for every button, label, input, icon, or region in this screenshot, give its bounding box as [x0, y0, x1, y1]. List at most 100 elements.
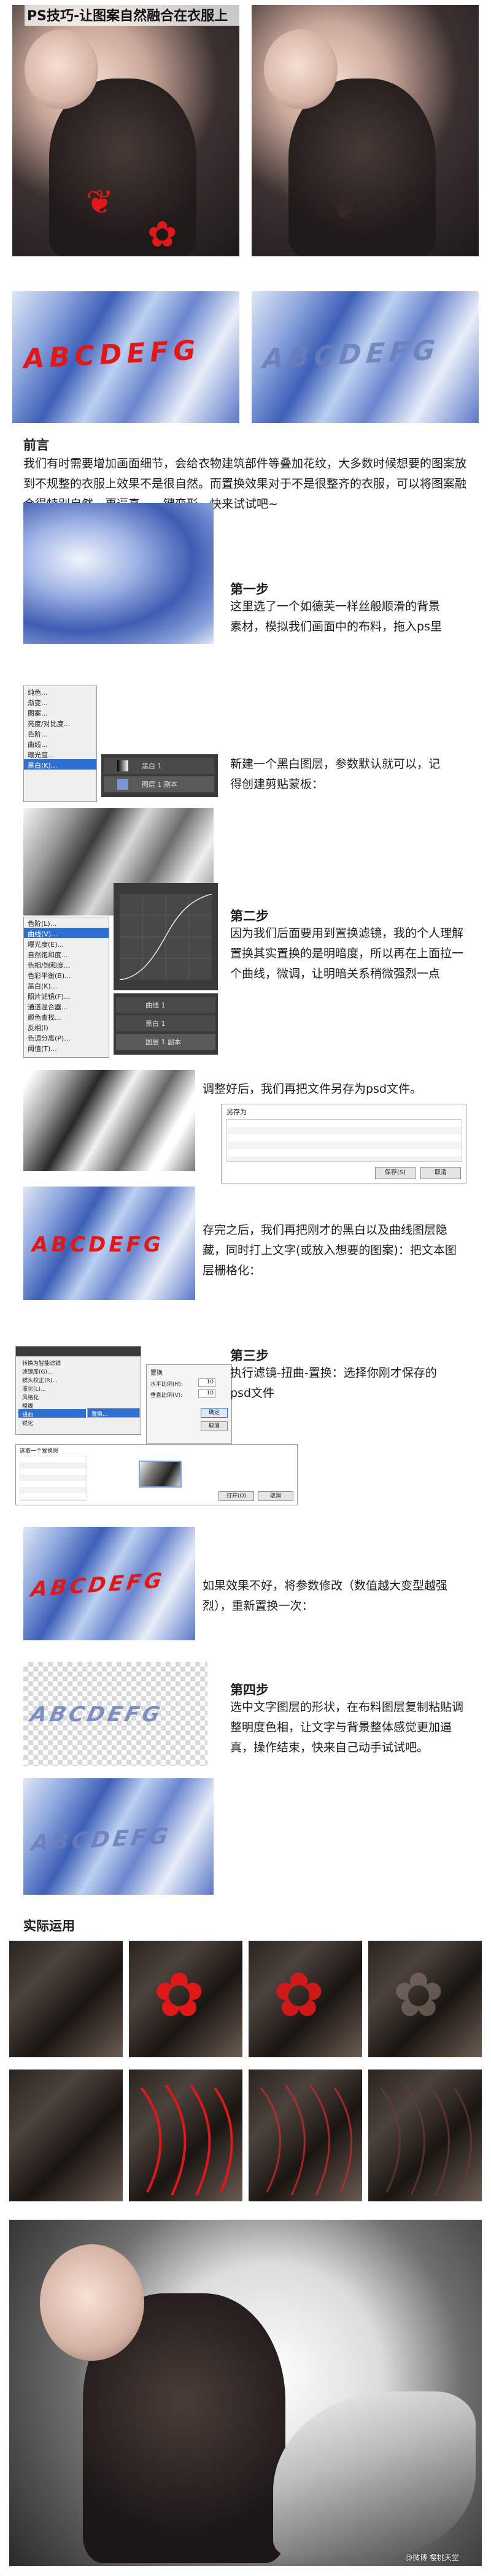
filter-menu: 转换为智能滤镜 滤镜库(G)... 镜头校正(R)... 液化(L)... 风格…: [18, 1358, 86, 1427]
menu-item[interactable]: 色阶(L)...: [24, 917, 109, 928]
save-text: 调整好后，我们再把文件另存为psd文件。: [203, 1082, 422, 1096]
menu-item[interactable]: 模糊: [18, 1401, 86, 1410]
cancel-button[interactable]: 取消: [420, 1167, 461, 1179]
menu-item[interactable]: 液化(L)...: [18, 1383, 86, 1393]
menu-item[interactable]: 黑白(K)...: [24, 980, 109, 990]
menu-item[interactable]: 滤镜库(G)...: [18, 1366, 86, 1375]
menu-item[interactable]: 置换...: [88, 1408, 139, 1418]
red-pattern-decal: ✿: [153, 1959, 205, 2031]
layer-row[interactable]: 图层 1 副本: [116, 1034, 215, 1050]
dialog-title: 另存为: [226, 1108, 247, 1116]
text-layer-instructions: 存完之后，我们再把刚才的黑白以及曲线图层隐藏，同时打上文字(或放入想要的图案)：…: [203, 1223, 457, 1277]
application-image-4: ✿: [368, 1941, 482, 2057]
menu-item[interactable]: 曲线(V)...: [24, 928, 109, 938]
blended-stripe-pattern: [379, 2084, 473, 2196]
application-heading: 实际运用: [23, 1919, 75, 1933]
step4-text: 选中文字图层的形状，在布料图层复制粘贴调整明度色相，让文字与背景整体感觉更加逼真…: [230, 1700, 464, 1754]
h-scale-label: 水平比例(H):: [150, 1382, 183, 1388]
menu-item[interactable]: 锐化: [18, 1418, 86, 1427]
text-selection-image: ABCDEFG: [23, 1662, 207, 1766]
demo-text-before: ABCDEFG: [12, 291, 239, 423]
step1b-text: 新建一个黑白图层，参数默认就可以，记得创建剪贴蒙板：: [230, 757, 441, 791]
step2-label: 第二步: [230, 909, 269, 923]
selection-letters: ABCDEFG: [28, 1702, 166, 1727]
demo-text-after: ABCDEFG: [252, 291, 479, 423]
menu-item[interactable]: 亮度/对比度...: [24, 717, 96, 728]
character-face: [40, 2244, 144, 2361]
menu-item[interactable]: 扭曲: [18, 1409, 86, 1418]
dialog-title: 置换: [150, 1370, 163, 1377]
menu-item[interactable]: 反相(I): [24, 1022, 109, 1032]
application-image-7: [249, 2070, 362, 2201]
step4-label: 第四步: [230, 1683, 269, 1697]
blended-pattern-decal: ❦: [331, 189, 360, 227]
layer-row[interactable]: 黑白 1: [104, 758, 214, 774]
menu-item[interactable]: 色相/饱和度...: [24, 959, 109, 969]
final-text-image: ABCDEFG: [23, 1778, 214, 1895]
application-image-8: [368, 2070, 482, 2201]
step1-text: 这里选了一个如德芙一样丝般顺滑的背景素材，模拟我们画面中的布料，拖入ps里: [230, 600, 442, 633]
ok-button[interactable]: 确定: [201, 1408, 228, 1418]
layer-row[interactable]: 黑白 1: [116, 1015, 215, 1031]
menu-item[interactable]: 渐变...: [24, 697, 96, 707]
menu-item[interactable]: 风格化: [18, 1392, 86, 1401]
menu-item[interactable]: 通道混合器...: [24, 1001, 109, 1011]
adjustment-menu-screenshot: 纯色... 渐变... 图案... 亮度/对比度... 色阶... 曲线... …: [23, 686, 97, 802]
application-image-6: [129, 2070, 242, 2201]
menu-item[interactable]: 照片滤镜(F)...: [24, 990, 109, 1001]
curved-bw-fabric-image: [23, 1070, 195, 1171]
h-scale-input[interactable]: 10: [198, 1378, 215, 1387]
step3-text: 执行滤镜-扭曲-置换：选择你刚才保存的psd文件: [230, 1366, 437, 1400]
menu-item[interactable]: 转换为智能滤镜: [18, 1358, 86, 1367]
v-scale-input[interactable]: 10: [198, 1389, 215, 1398]
demo-letters: ABCDEFG: [22, 334, 201, 375]
layer-row[interactable]: 图层 1 副本: [104, 776, 214, 792]
menu-item[interactable]: 曝光度(E)...: [24, 938, 109, 949]
red-stripe-pattern: [140, 2084, 233, 2196]
text-on-fabric-image: ABCDEFG: [23, 1187, 195, 1300]
application-image-5: [9, 2070, 123, 2201]
layers-panel-screenshot-2: 曲线 1 黑白 1 图层 1 副本: [114, 993, 218, 1055]
character-face: [25, 29, 98, 109]
open-dialog-screenshot: 选取一个置换图 打开(O) 取消: [15, 1444, 298, 1505]
page-title: PS技巧-让图案自然融合在衣服上: [25, 4, 246, 26]
menu-item[interactable]: 曝光度...: [24, 749, 96, 759]
step3-label: 第三步: [230, 1348, 269, 1363]
menu-item[interactable]: 镜头校正(R)...: [18, 1375, 86, 1384]
menu-item[interactable]: 阈值(T)...: [24, 1042, 109, 1053]
cancel-button[interactable]: 取消: [258, 1491, 293, 1501]
fabric-letters: ABCDEFG: [29, 1568, 166, 1602]
menu-item[interactable]: 颜色查找...: [24, 1011, 109, 1022]
menu-item[interactable]: 曲线...: [24, 738, 96, 749]
step2-text: 因为我们后面要用到置换滤镜，我的个人理解置换其实置换的是明暗度，所以再在上面拉一…: [230, 927, 464, 980]
layer-name: 黑白 1: [142, 762, 162, 770]
cancel-button[interactable]: 取消: [201, 1421, 228, 1431]
hero-image-before: ❦ ✿: [12, 5, 239, 256]
menu-item[interactable]: 色阶...: [24, 728, 96, 738]
layer-thumb: [117, 760, 128, 771]
displace-dialog-screenshot: 置换 水平比例(H): 10 垂直比例(V): 10 确定 取消: [146, 1364, 232, 1444]
menu-item[interactable]: 色调分离(P)...: [24, 1032, 109, 1042]
application-image-1: [9, 1941, 123, 2057]
menu-item[interactable]: 自然饱和度...: [24, 949, 109, 959]
layer-name: 曲线 1: [145, 1001, 166, 1009]
layer-thumb: [117, 779, 128, 790]
red-pattern-decal: ❦: [86, 183, 114, 221]
layer-name: 黑白 1: [145, 1020, 166, 1028]
preface-heading: 前言: [23, 438, 49, 453]
file-list: [226, 1119, 462, 1162]
menu-item[interactable]: 色彩平衡(B)...: [24, 969, 109, 980]
fabric-letters: ABCDEFG: [32, 1233, 164, 1257]
folder-tree: [20, 1456, 87, 1501]
menu-item[interactable]: 图案...: [24, 707, 96, 717]
psd-file-thumbnail[interactable]: [139, 1461, 182, 1488]
menu-item[interactable]: 黑白(K)...: [24, 759, 96, 770]
open-button[interactable]: 打开(O): [218, 1491, 254, 1501]
red-stripe-pattern: [260, 2084, 353, 2196]
layer-row[interactable]: 曲线 1: [116, 997, 215, 1013]
curve-graph[interactable]: [120, 894, 212, 980]
curves-menu-screenshot: 色阶(L)... 曲线(V)... 曝光度(E)... 自然饱和度... 色相/…: [23, 917, 109, 1058]
save-button[interactable]: 保存(S): [375, 1167, 416, 1179]
application-image-2: ✿: [129, 1941, 242, 2057]
menu-item[interactable]: 纯色...: [24, 686, 96, 697]
